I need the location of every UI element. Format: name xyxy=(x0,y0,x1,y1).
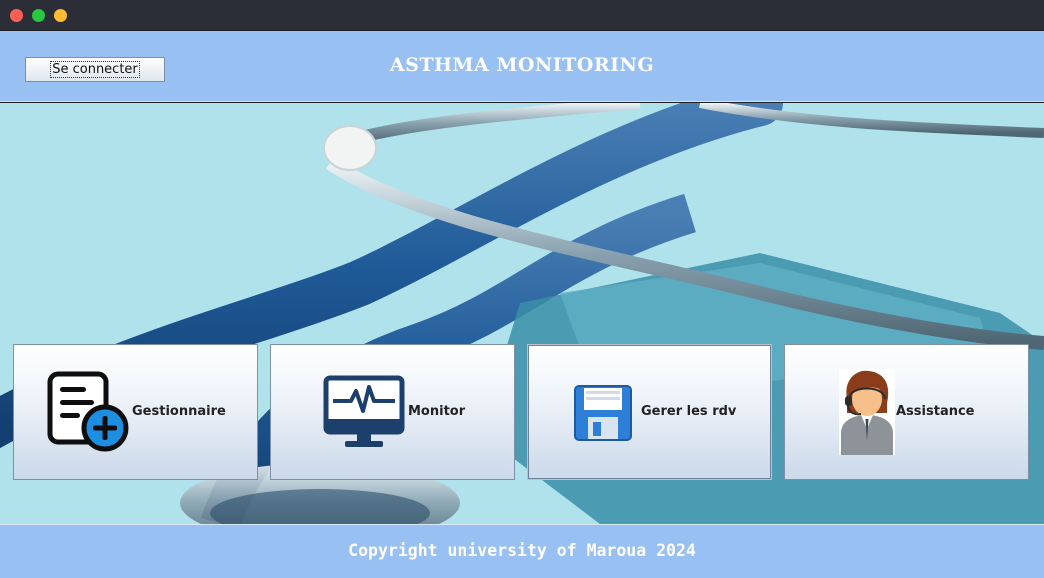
floppy-disk-icon xyxy=(574,385,632,441)
app-footer: Copyright university of Maroua 2024 xyxy=(0,524,1044,578)
window-titlebar xyxy=(0,0,1044,31)
menu-card-label: Assistance xyxy=(896,404,975,419)
menu-card-label: Gerer les rdv xyxy=(641,404,737,419)
menu-card-label: Monitor xyxy=(408,404,466,419)
support-agent-icon xyxy=(839,369,895,455)
app-title: ASTHMA MONITORING xyxy=(389,54,655,76)
menu-card-gestionnaire[interactable]: Gestionnaire xyxy=(13,344,258,480)
menu-card-assistance[interactable]: Assistance xyxy=(784,344,1029,480)
maximize-window-button[interactable] xyxy=(54,9,67,22)
close-window-button[interactable] xyxy=(10,9,23,22)
menu-card-label: Gestionnaire xyxy=(132,404,226,419)
minimize-window-button[interactable] xyxy=(32,9,45,22)
menu-card-gerer-rdv[interactable]: Gerer les rdv xyxy=(527,344,772,480)
document-add-icon xyxy=(47,371,129,452)
copyright-text: Copyright university of Maroua 2024 xyxy=(348,541,696,560)
menu-card-monitor[interactable]: Monitor xyxy=(270,344,515,480)
app-header: Se connecter ASTHMA MONITORING xyxy=(0,31,1044,102)
heartbeat-monitor-icon xyxy=(323,375,405,447)
